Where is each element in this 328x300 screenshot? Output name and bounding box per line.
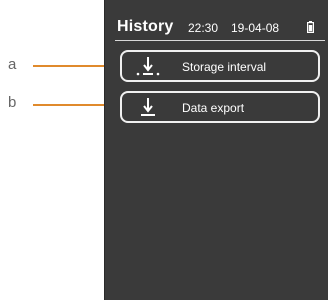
data-export-button[interactable]: Data export [120, 91, 320, 123]
callout-letter-b: b [8, 94, 17, 111]
data-export-label: Data export [182, 101, 245, 115]
header-divider [115, 40, 325, 41]
download-icon [141, 98, 155, 116]
battery-icon [307, 21, 314, 33]
page-title: History [117, 18, 174, 35]
status-header: History 22:30 19-04-08 [105, 12, 328, 42]
callout-letter-a: a [8, 56, 17, 73]
storage-interval-icon [136, 57, 160, 76]
device-screen: History 22:30 19-04-08 [104, 0, 328, 300]
clock-time: 22:30 [188, 21, 219, 35]
storage-interval-button[interactable]: Storage interval [120, 50, 320, 82]
figure: a b History 22:30 19-04-08 Storage inter… [0, 0, 328, 300]
storage-interval-label: Storage interval [182, 60, 267, 74]
clock-date: 19-04-08 [231, 21, 280, 35]
